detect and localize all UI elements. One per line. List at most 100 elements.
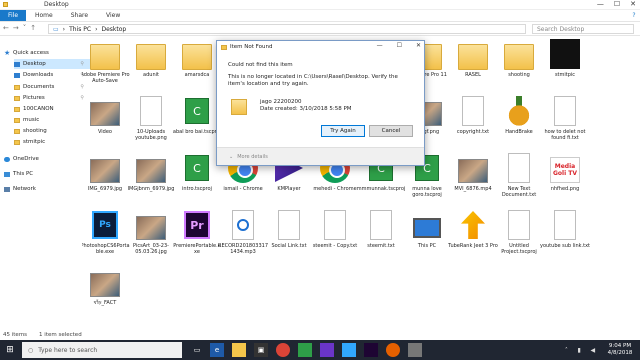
file-explorer-icon[interactable] — [232, 343, 246, 357]
photoshop-icon[interactable] — [342, 343, 356, 357]
file-item[interactable]: RASEL — [450, 38, 496, 95]
breadcrumb-desktop[interactable]: Desktop — [101, 26, 126, 33]
file-item[interactable]: Untitled Project.tscproj — [496, 209, 542, 266]
nav-item-network[interactable]: Network — [4, 184, 80, 194]
close-button[interactable]: ✕ — [630, 0, 636, 8]
file-item[interactable]: Cintro.tscproj — [174, 152, 220, 209]
search-icon: ○ — [28, 346, 34, 354]
network-icon[interactable]: ▮ — [578, 347, 581, 354]
more-details-toggle[interactable]: ⌄ More details — [217, 147, 424, 165]
taskbar-clock[interactable]: 9:04 PM 4/8/2018 — [602, 343, 638, 357]
file-label: adunit — [143, 72, 159, 78]
help-icon[interactable]: ? — [628, 10, 640, 21]
search-box[interactable]: Search Desktop — [532, 24, 634, 34]
dialog-close-button[interactable]: ✕ — [416, 42, 421, 49]
nav-item-stmitpic[interactable]: stmitpic — [14, 137, 90, 147]
file-label: Video — [97, 129, 112, 135]
chrome-icon[interactable] — [276, 343, 290, 357]
file-item[interactable]: steemit - Copy.txt — [312, 209, 358, 266]
navigation-pane: ★ Quick access Desktop ⚲ Downloads ⚲ Documents… — [0, 36, 90, 330]
address-box[interactable]: ▭ › This PC › Desktop — [48, 24, 526, 34]
premiere-icon[interactable] — [364, 343, 378, 357]
file-item[interactable]: youtube sub link.txt — [540, 209, 590, 266]
file-item[interactable]: New Text Document.txt — [496, 152, 542, 209]
nav-item-this-pc[interactable]: This PC — [4, 169, 80, 179]
tab-home[interactable]: Home — [26, 10, 62, 21]
file-item[interactable]: Social Link.txt — [266, 209, 312, 266]
dialog-minimize-button[interactable]: — — [377, 42, 383, 49]
file-item[interactable]: This PC — [404, 209, 450, 266]
windows-start-icon[interactable]: ⊞ — [0, 340, 20, 360]
file-item[interactable]: Video — [82, 95, 128, 152]
volume-icon[interactable]: ◀ — [591, 347, 596, 354]
file-label: how to delet not found fi.txt — [544, 129, 586, 141]
folder-icon — [504, 43, 534, 70]
file-item[interactable]: IMG_6979.jpg — [82, 152, 128, 209]
file-item[interactable]: amarsdca — [174, 38, 220, 95]
dialog-maximize-button[interactable]: ☐ — [397, 42, 402, 49]
nav-item-pictures[interactable]: Pictures ⚲ — [14, 93, 90, 103]
file-item[interactable]: Cabal bro bai.tscproj — [173, 95, 221, 152]
file-item[interactable]: PicsArt_03-23-05.03.26.jpg — [128, 209, 174, 266]
nav-item-music[interactable]: music — [14, 115, 90, 125]
forward-arrow-icon[interactable]: → — [13, 24, 19, 32]
tab-file[interactable]: File — [0, 10, 26, 21]
firefox-icon[interactable] — [386, 343, 400, 357]
nav-item-onedrive[interactable]: OneDrive — [4, 154, 80, 164]
file-item[interactable]: Adobe Premiere Pro Auto-Save — [82, 38, 130, 95]
up-arrow-icon[interactable]: ↑ — [30, 24, 36, 32]
file-item[interactable]: ষাঁড়_FACT — [82, 266, 128, 323]
nav-item-documents[interactable]: Documents ⚲ — [14, 82, 90, 92]
file-item[interactable]: MVI_6876.mp4 — [450, 152, 496, 209]
file-item[interactable]: 10-Uploads youtube.png — [128, 95, 174, 152]
chevron-up-icon[interactable]: ˄ — [565, 347, 568, 354]
maximize-button[interactable]: ☐ — [614, 0, 620, 8]
taskbar: ⊞ ○ Type here to search ▭ e ▣ ˄ ▮ ◀ 9:04… — [0, 340, 640, 360]
task-view-icon[interactable]: ▭ — [190, 343, 204, 357]
folder-icon — [182, 43, 212, 70]
file-item[interactable]: steemit.txt — [358, 209, 404, 266]
store-icon[interactable]: ▣ — [254, 343, 268, 357]
pc-icon — [413, 217, 441, 238]
breadcrumb-this-pc[interactable]: This PC — [69, 26, 91, 33]
app-icon[interactable] — [408, 343, 422, 357]
try-again-button[interactable]: Try Again — [321, 125, 365, 137]
minimize-button[interactable]: — — [597, 0, 604, 8]
dialog-item-info: jago 22200200 Date created: 3/10/2018 5:… — [260, 99, 352, 113]
file-item[interactable]: Ps PhotoshopCS6Portable.exe — [82, 209, 130, 266]
file-item[interactable]: copyright.txt — [450, 95, 496, 152]
pc-icon — [4, 171, 10, 177]
quick-access-toolbar[interactable] — [3, 2, 43, 8]
net-icon — [4, 186, 10, 192]
file-item[interactable]: stmitpic — [542, 38, 588, 95]
file-item[interactable]: RECORD2018033171434.mp3 — [218, 209, 268, 266]
file-item[interactable]: Pr PremierePortable.exe — [173, 209, 221, 266]
search-placeholder: Search Desktop — [537, 25, 585, 33]
kmplayer-icon[interactable] — [320, 343, 334, 357]
file-item[interactable]: shooting — [496, 38, 542, 95]
nav-item-100canon[interactable]: 100CANON — [14, 104, 90, 114]
star-icon: ★ — [4, 48, 11, 57]
back-arrow-icon[interactable]: ← — [3, 24, 9, 32]
cancel-button[interactable]: Cancel — [369, 125, 413, 137]
nav-item-quick-access[interactable]: ★ Quick access — [4, 48, 80, 58]
file-item[interactable]: how to delet not found fi.txt — [542, 95, 588, 152]
taskbar-search[interactable]: ○ Type here to search — [22, 342, 182, 358]
file-item[interactable]: TubeRank Jeet 3 Pro — [448, 209, 498, 266]
nav-item-shooting[interactable]: shooting — [14, 126, 90, 136]
tab-share[interactable]: Share — [62, 10, 97, 21]
camtasia-icon[interactable] — [298, 343, 312, 357]
file-item[interactable]: IMGjbnm_6979.jpg — [128, 152, 174, 209]
file-item[interactable]: HandBrake — [496, 95, 542, 152]
nav-item-desktop[interactable]: Desktop ⚲ — [14, 59, 90, 69]
tab-view[interactable]: View — [97, 10, 129, 21]
doc-icon — [554, 210, 576, 240]
pr-icon: Pr — [184, 211, 210, 239]
file-item[interactable]: Media Goli TV nhfhed.png — [542, 152, 588, 209]
edge-icon[interactable]: e — [210, 343, 224, 357]
file-item[interactable]: adunit — [128, 38, 174, 95]
recent-dropdown-icon[interactable]: ˅ — [23, 24, 27, 32]
nav-item-downloads[interactable]: Downloads ⚲ — [14, 70, 90, 80]
red-icon: Media Goli TV — [550, 156, 580, 183]
file-thumbnail — [90, 152, 120, 184]
